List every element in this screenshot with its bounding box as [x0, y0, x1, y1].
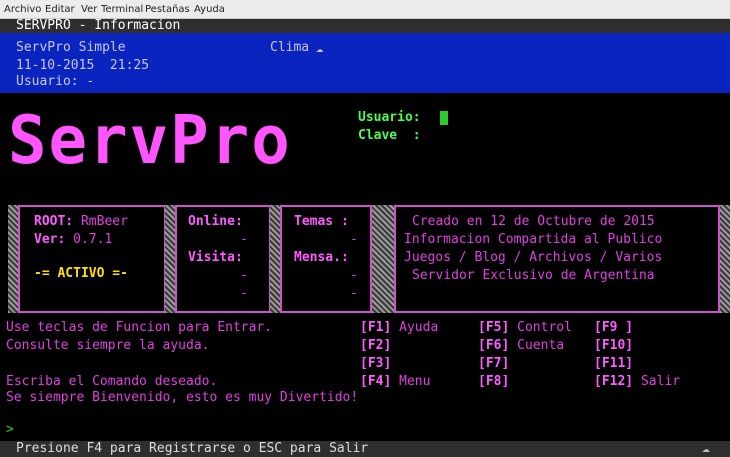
root-label: ROOT:	[34, 214, 74, 229]
panel-hatch-4	[372, 205, 394, 313]
visita-value: -	[240, 268, 248, 283]
usuario-status: Usuario: -	[16, 74, 95, 89]
servpro-logo: ServPro	[8, 102, 292, 180]
f2-key[interactable]: [F2]	[360, 339, 391, 353]
ver-label: Ver:	[34, 232, 66, 247]
mensa-label: Mensa.:	[294, 250, 349, 265]
root-line: ROOT: RmBeer	[34, 215, 128, 229]
menu-archivo[interactable]: Archivo	[4, 4, 41, 15]
f1-key[interactable]: [F1] Ayuda	[360, 321, 438, 335]
help-line-3: Escriba el Comando deseado.	[6, 374, 218, 389]
menu-ver[interactable]: Ver	[81, 4, 97, 15]
online-extra-value: -	[240, 286, 248, 301]
temas-extra-value: -	[350, 286, 358, 301]
status-text: Presione F4 para Registrarse o ESC para …	[16, 441, 369, 456]
root-value: RmBeer	[80, 214, 128, 229]
activo-status: -= ACTIVO =-	[34, 266, 128, 281]
f9-key[interactable]: [F9 ]	[594, 321, 633, 335]
info-line-3: Juegos / Blog / Archivos / Varios	[404, 250, 663, 265]
menu-editar[interactable]: Editar	[45, 4, 75, 15]
online-value: -	[240, 232, 248, 247]
menu-ayuda[interactable]: Ayuda	[194, 4, 225, 15]
f12-key[interactable]: [F12] Salir	[594, 375, 680, 389]
mensa-value: -	[350, 268, 358, 283]
terminal-screen[interactable]: SERVPRO - Informacion ServPro Simple Cli…	[0, 19, 730, 457]
f5-key[interactable]: [F5] Control	[478, 321, 572, 335]
f4-key[interactable]: [F4] Menu	[360, 375, 430, 389]
panel-hatch-3	[270, 205, 280, 313]
f8-key[interactable]: [F8]	[478, 375, 509, 389]
temas-label: Temas :	[294, 214, 349, 229]
ver-value: 0.7.1	[73, 232, 113, 247]
weather-icon: ☁	[316, 41, 324, 55]
app-name: ServPro Simple	[16, 40, 126, 55]
menu-pestanas[interactable]: Pestañas	[145, 4, 190, 15]
info-line-4: Servidor Exclusivo de Argentina	[412, 268, 655, 283]
temas-value: -	[350, 232, 358, 247]
clave-label: Clave :	[358, 128, 421, 143]
f6-key[interactable]: [F6] Cuenta	[478, 339, 564, 353]
usuario-label: Usuario:	[358, 110, 421, 125]
weather-icon-status: ☁	[702, 441, 710, 456]
window-title: SERVPRO - Informacion	[16, 18, 181, 33]
menu-bar: Archivo Editar Ver Terminal Pestañas Ayu…	[0, 0, 730, 19]
panel-hatch-1	[8, 205, 18, 313]
help-line-1: Use teclas de Funcion para Entrar.	[6, 320, 273, 335]
help-line-4: Se siempre Bienvenido, esto es muy Diver…	[6, 390, 359, 405]
clima-label: Clima	[270, 40, 310, 55]
input-cursor[interactable]	[440, 111, 448, 125]
ver-line: Ver: 0.7.1	[34, 233, 112, 247]
help-line-2: Consulte siempre la ayuda.	[6, 338, 210, 353]
visita-label: Visita:	[188, 250, 243, 265]
online-label: Online:	[188, 214, 243, 229]
f3-key[interactable]: [F3]	[360, 357, 391, 371]
f10-key[interactable]: [F10]	[594, 339, 633, 353]
command-prompt[interactable]: >	[6, 423, 14, 437]
date-time: 11-10-2015 21:25	[16, 58, 150, 73]
panel-hatch-5	[720, 205, 730, 313]
f7-key[interactable]: [F7]	[478, 357, 509, 371]
menu-terminal[interactable]: Terminal	[101, 4, 143, 15]
f11-key[interactable]: [F11]	[594, 357, 633, 371]
info-line-2: Informacion Compartida al Publico	[404, 232, 663, 247]
info-line-1: Creado en 12 de Octubre de 2015	[412, 214, 655, 229]
panel-hatch-2	[165, 205, 175, 313]
